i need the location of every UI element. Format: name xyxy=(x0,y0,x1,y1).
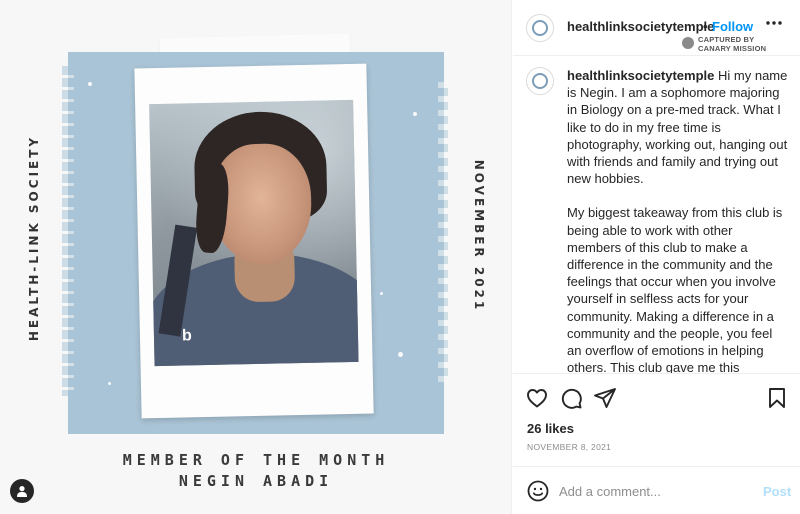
canary-logo-icon xyxy=(682,37,694,49)
paint-speck xyxy=(380,292,383,295)
member-photo: b xyxy=(149,99,359,367)
post-image[interactable]: b HEALTH-LINK SOCIETY NOVEMBER 2021 MEMB… xyxy=(0,0,512,514)
org-name-vertical: HEALTH-LINK SOCIETY xyxy=(27,134,41,342)
more-options-button[interactable] xyxy=(765,14,783,37)
paint-speck xyxy=(108,382,111,385)
caption-avatar[interactable] xyxy=(526,67,554,95)
paint-speck xyxy=(413,112,417,116)
comment-input[interactable] xyxy=(559,481,749,501)
more-horizontal-icon xyxy=(766,21,782,25)
caption-paragraph-1: Hi my name is Negin. I am a sophomore ma… xyxy=(567,68,788,187)
paint-speck xyxy=(398,352,403,357)
post-sidebar: healthlinksocietytemple • Follow CAPTURE… xyxy=(513,0,800,514)
person-icon xyxy=(17,486,27,497)
add-comment-bar: Post xyxy=(513,466,800,514)
comment-icon[interactable] xyxy=(559,386,583,410)
share-icon[interactable] xyxy=(593,386,617,410)
account-username[interactable]: healthlinksocietytemple xyxy=(567,19,714,34)
month-vertical: NOVEMBER 2021 xyxy=(472,159,486,313)
paint-speck xyxy=(88,82,92,86)
likes-count[interactable]: 26 likes xyxy=(527,421,574,436)
follow-button[interactable]: Follow xyxy=(712,19,753,34)
post-comment-button[interactable]: Post xyxy=(763,484,791,499)
caption-area[interactable]: healthlinksocietytemple Hi my name is Ne… xyxy=(513,57,800,373)
caption-paragraph-2: My biggest takeaway from this club is be… xyxy=(567,205,783,373)
emoji-icon[interactable] xyxy=(526,479,550,503)
heart-icon[interactable] xyxy=(525,386,549,410)
polaroid-frame: b xyxy=(134,63,374,419)
header-separator: • xyxy=(703,19,708,34)
caption-text: healthlinksocietytemple Hi my name is Ne… xyxy=(567,67,789,373)
tagged-user-button[interactable] xyxy=(10,479,34,503)
canary-mission-watermark: CAPTURED BY CANARY MISSION xyxy=(682,35,778,53)
post-header: healthlinksocietytemple • Follow CAPTURE… xyxy=(513,0,800,56)
watermark-line-1: CAPTURED BY xyxy=(698,35,755,44)
bookmark-icon[interactable] xyxy=(765,386,789,410)
member-name: NEGIN ABADI xyxy=(178,472,334,490)
account-avatar[interactable] xyxy=(526,14,554,42)
action-bar xyxy=(513,373,800,419)
caption-username[interactable]: healthlinksocietytemple xyxy=(567,68,714,83)
member-of-month-title: MEMBER OF THE MONTH xyxy=(122,451,390,469)
watermark-line-2: CANARY MISSION xyxy=(698,44,767,53)
post-date[interactable]: NOVEMBER 8, 2021 xyxy=(527,442,611,452)
